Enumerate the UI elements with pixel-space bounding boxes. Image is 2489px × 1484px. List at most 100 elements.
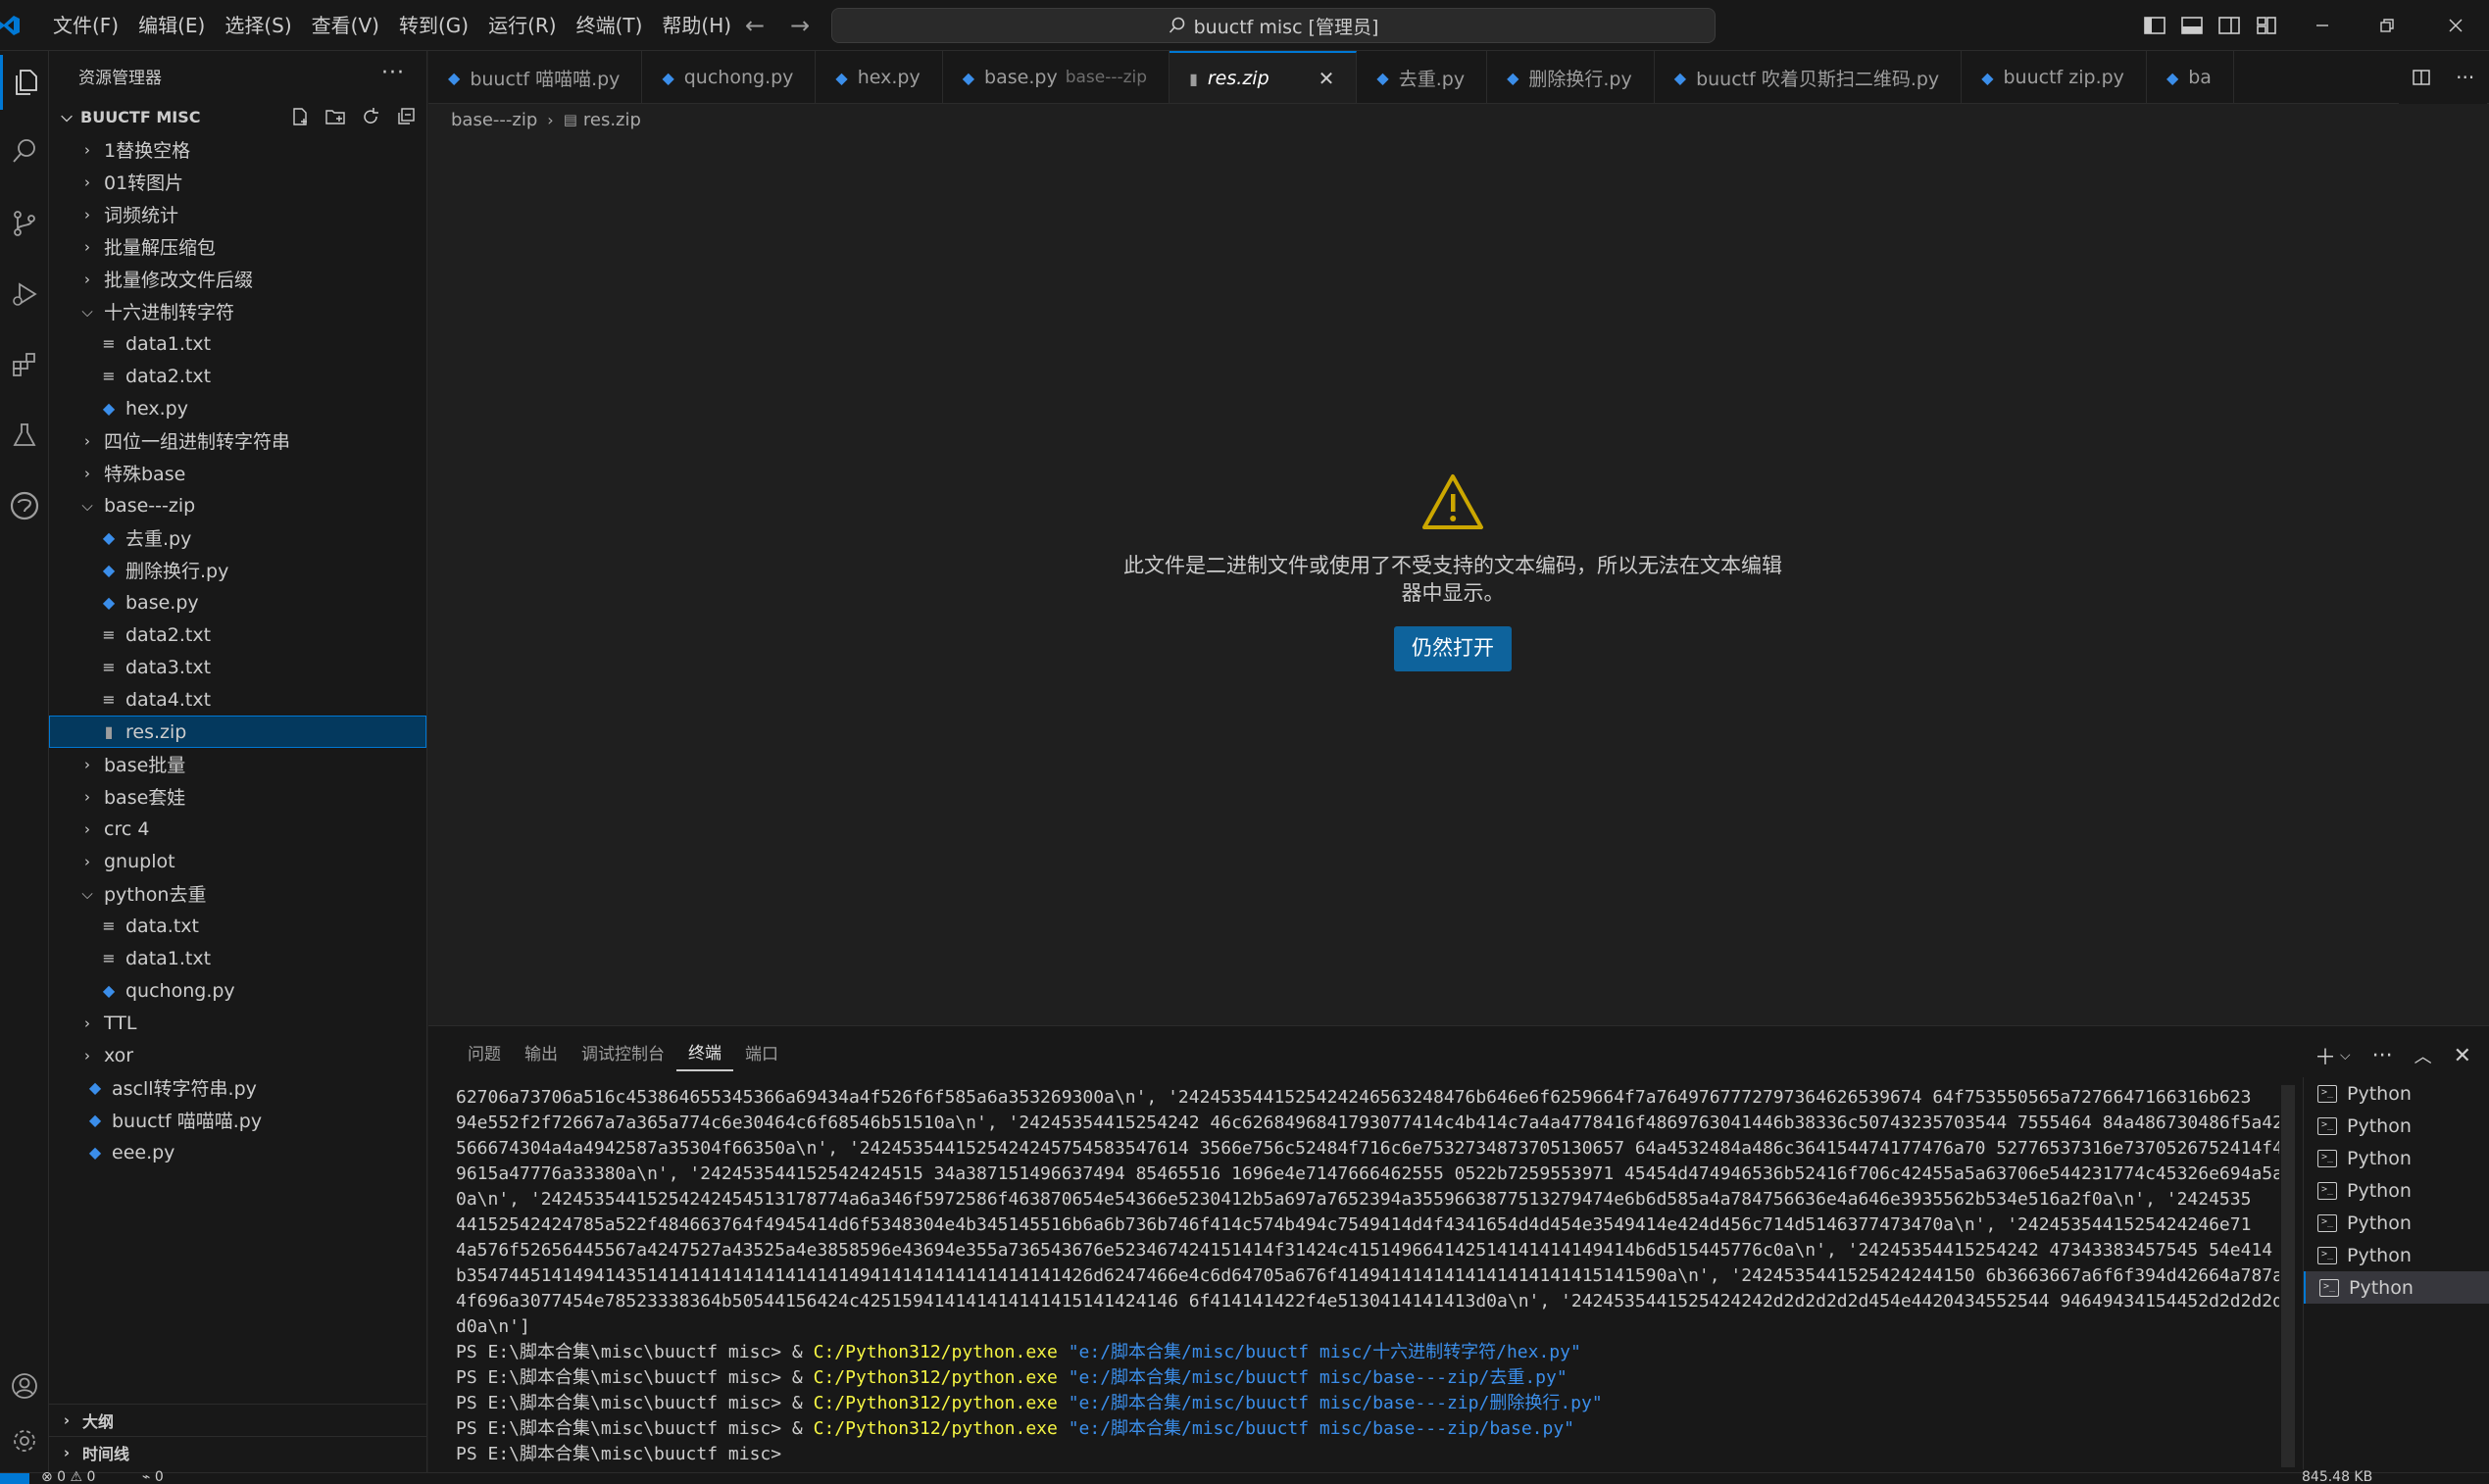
tree-folder[interactable]: › base套娃 <box>49 780 426 813</box>
editor-tab[interactable]: ◆ 去重.py <box>1357 51 1488 103</box>
tree-file[interactable]: ◆ eee.py <box>49 1136 426 1168</box>
editor-tab[interactable]: ◆ quchong.py <box>642 51 817 103</box>
remote-indicator[interactable] <box>0 1473 29 1484</box>
panel-tab[interactable]: 调试控制台 <box>570 1038 676 1071</box>
editor-tab[interactable]: ◆ 删除换行.py <box>1487 51 1655 103</box>
more-actions-icon[interactable]: ··· <box>2456 66 2474 89</box>
extensions-activity-button[interactable] <box>0 337 49 392</box>
menu-item[interactable]: 转到(G) <box>389 8 478 43</box>
menu-item[interactable]: 运行(R) <box>478 8 567 43</box>
manage-activity-button[interactable] <box>0 1413 49 1468</box>
editor-tab[interactable]: ◆ ba <box>2147 51 2234 103</box>
breadcrumb-file[interactable]: res.zip <box>583 110 641 130</box>
terminal-instance[interactable]: >_ Python <box>2304 1271 2489 1304</box>
panel-tab[interactable]: 终端 <box>676 1038 733 1071</box>
editor-tab[interactable]: ◆ hex.py <box>816 51 943 103</box>
tree-folder[interactable]: › xor <box>49 1039 426 1071</box>
timeline-section-header[interactable]: › 时间线 <box>49 1436 427 1468</box>
terminal-instance[interactable]: >_ Python <box>2304 1207 2489 1239</box>
collapse-all-icon[interactable] <box>393 104 419 129</box>
tree-folder[interactable]: ⌵ base---zip <box>49 489 426 521</box>
toggle-primary-sidebar-icon[interactable] <box>2143 14 2166 37</box>
tree-file[interactable]: ≡ data4.txt <box>49 683 426 716</box>
search-activity-button[interactable] <box>0 124 49 178</box>
tree-folder[interactable]: › 批量解压缩包 <box>49 230 426 263</box>
terminal-instance[interactable]: >_ Python <box>2304 1174 2489 1207</box>
ports-status[interactable]: ⌁ 0 <box>142 1469 164 1484</box>
testing-activity-button[interactable] <box>0 408 49 463</box>
workspace-section-header[interactable]: ⌵ BUUCTF MISC <box>49 100 426 133</box>
terminal-instance[interactable]: >_ Python <box>2304 1077 2489 1110</box>
tree-folder[interactable]: › 01转图片 <box>49 166 426 198</box>
terminal-scrollbar[interactable] <box>2281 1085 2295 1467</box>
terminal-instance[interactable]: >_ Python <box>2304 1239 2489 1271</box>
tree-folder[interactable]: › 词频统计 <box>49 198 426 230</box>
tree-file[interactable]: ◆ hex.py <box>49 392 426 424</box>
terminal-output[interactable]: 62706a73706a516c453864655345366a69434a4f… <box>456 1085 2279 1467</box>
new-file-icon[interactable] <box>287 104 313 129</box>
run-debug-activity-button[interactable] <box>0 267 49 322</box>
tree-file[interactable]: ≡ data3.txt <box>49 651 426 683</box>
new-folder-icon[interactable] <box>323 104 348 129</box>
forward-arrow-icon[interactable]: → <box>786 12 814 39</box>
tree-file[interactable]: ▮ res.zip <box>49 716 426 748</box>
github-activity-button[interactable] <box>0 478 49 533</box>
toggle-secondary-sidebar-icon[interactable] <box>2217 14 2241 37</box>
open-anyway-button[interactable]: 仍然打开 <box>1394 626 1512 671</box>
outline-section-header[interactable]: › 大纲 <box>49 1404 427 1436</box>
editor-tab[interactable]: ◆ buuctf 喵喵喵.py <box>428 51 643 103</box>
problems-status[interactable]: ⊗ 0 ⚠ 0 <box>41 1469 95 1484</box>
chevron-down-icon[interactable]: ⌵ <box>2340 1048 2351 1064</box>
tree-file[interactable]: ≡ data1.txt <box>49 327 426 360</box>
tree-file[interactable]: ◆ buuctf 喵喵喵.py <box>49 1104 426 1136</box>
toggle-panel-icon[interactable] <box>2180 14 2204 37</box>
tree-file[interactable]: ≡ data2.txt <box>49 360 426 392</box>
menu-item[interactable]: 帮助(H) <box>652 8 741 43</box>
customize-layout-icon[interactable] <box>2255 14 2278 37</box>
close-panel-icon[interactable]: ✕ <box>2454 1044 2471 1068</box>
tree-file[interactable]: ≡ data1.txt <box>49 942 426 974</box>
tree-file[interactable]: ◆ ascll转字符串.py <box>49 1071 426 1104</box>
new-terminal-icon[interactable]: ＋ <box>2315 1040 2336 1071</box>
tree-folder[interactable]: › 特殊base <box>49 457 426 489</box>
editor-tab[interactable]: ◆ buuctf zip.py <box>1962 51 2147 103</box>
tree-file[interactable]: ◆ base.py <box>49 586 426 618</box>
close-icon[interactable]: ✕ <box>1319 67 1335 90</box>
breadcrumb-folder[interactable]: base---zip <box>451 110 537 130</box>
restore-button[interactable] <box>2355 0 2419 51</box>
refresh-icon[interactable] <box>358 104 383 129</box>
tree-folder[interactable]: › crc 4 <box>49 813 426 845</box>
split-editor-icon[interactable] <box>2412 68 2431 87</box>
tree-file[interactable]: ≡ data2.txt <box>49 618 426 651</box>
terminal-instance[interactable]: >_ Python <box>2304 1142 2489 1174</box>
menu-item[interactable]: 查看(V) <box>302 8 389 43</box>
menu-item[interactable]: 编辑(E) <box>128 8 215 43</box>
tree-folder[interactable]: ⌵ 十六进制转字符 <box>49 295 426 327</box>
tree-folder[interactable]: › TTL <box>49 1007 426 1039</box>
tree-folder[interactable]: › 1替换空格 <box>49 133 426 166</box>
tree-folder[interactable]: ⌵ python去重 <box>49 877 426 910</box>
tree-folder[interactable]: › base批量 <box>49 748 426 780</box>
explorer-activity-button[interactable] <box>0 55 49 110</box>
panel-tab[interactable]: 输出 <box>513 1038 570 1071</box>
panel-tab[interactable]: 端口 <box>733 1038 790 1071</box>
panel-tab[interactable]: 问题 <box>456 1038 513 1071</box>
tree-folder[interactable]: › gnuplot <box>49 845 426 877</box>
tree-folder[interactable]: › 批量修改文件后缀 <box>49 263 426 295</box>
tree-file[interactable]: ◆ 删除换行.py <box>49 554 426 586</box>
menu-item[interactable]: 文件(F) <box>43 8 128 43</box>
more-actions-icon[interactable]: ··· <box>381 61 405 85</box>
terminal-instance[interactable]: >_ Python <box>2304 1110 2489 1142</box>
tree-file[interactable]: ◆ 去重.py <box>49 521 426 554</box>
minimize-button[interactable] <box>2290 0 2355 51</box>
back-arrow-icon[interactable]: ← <box>741 12 769 39</box>
accounts-activity-button[interactable] <box>0 1359 49 1413</box>
tree-file[interactable]: ≡ data.txt <box>49 910 426 942</box>
more-actions-icon[interactable]: ··· <box>2372 1044 2393 1068</box>
maximize-panel-icon[interactable]: ︿ <box>2414 1043 2432 1068</box>
tree-file[interactable]: ◆ quchong.py <box>49 974 426 1007</box>
editor-tab[interactable]: ◆ buuctf 吹着贝斯扫二维码.py <box>1655 51 1963 103</box>
source-control-activity-button[interactable] <box>0 196 49 251</box>
tree-folder[interactable]: › 四位一组进制转字符串 <box>49 424 426 457</box>
command-center-search[interactable]: buuctf misc [管理员] <box>831 8 1716 43</box>
